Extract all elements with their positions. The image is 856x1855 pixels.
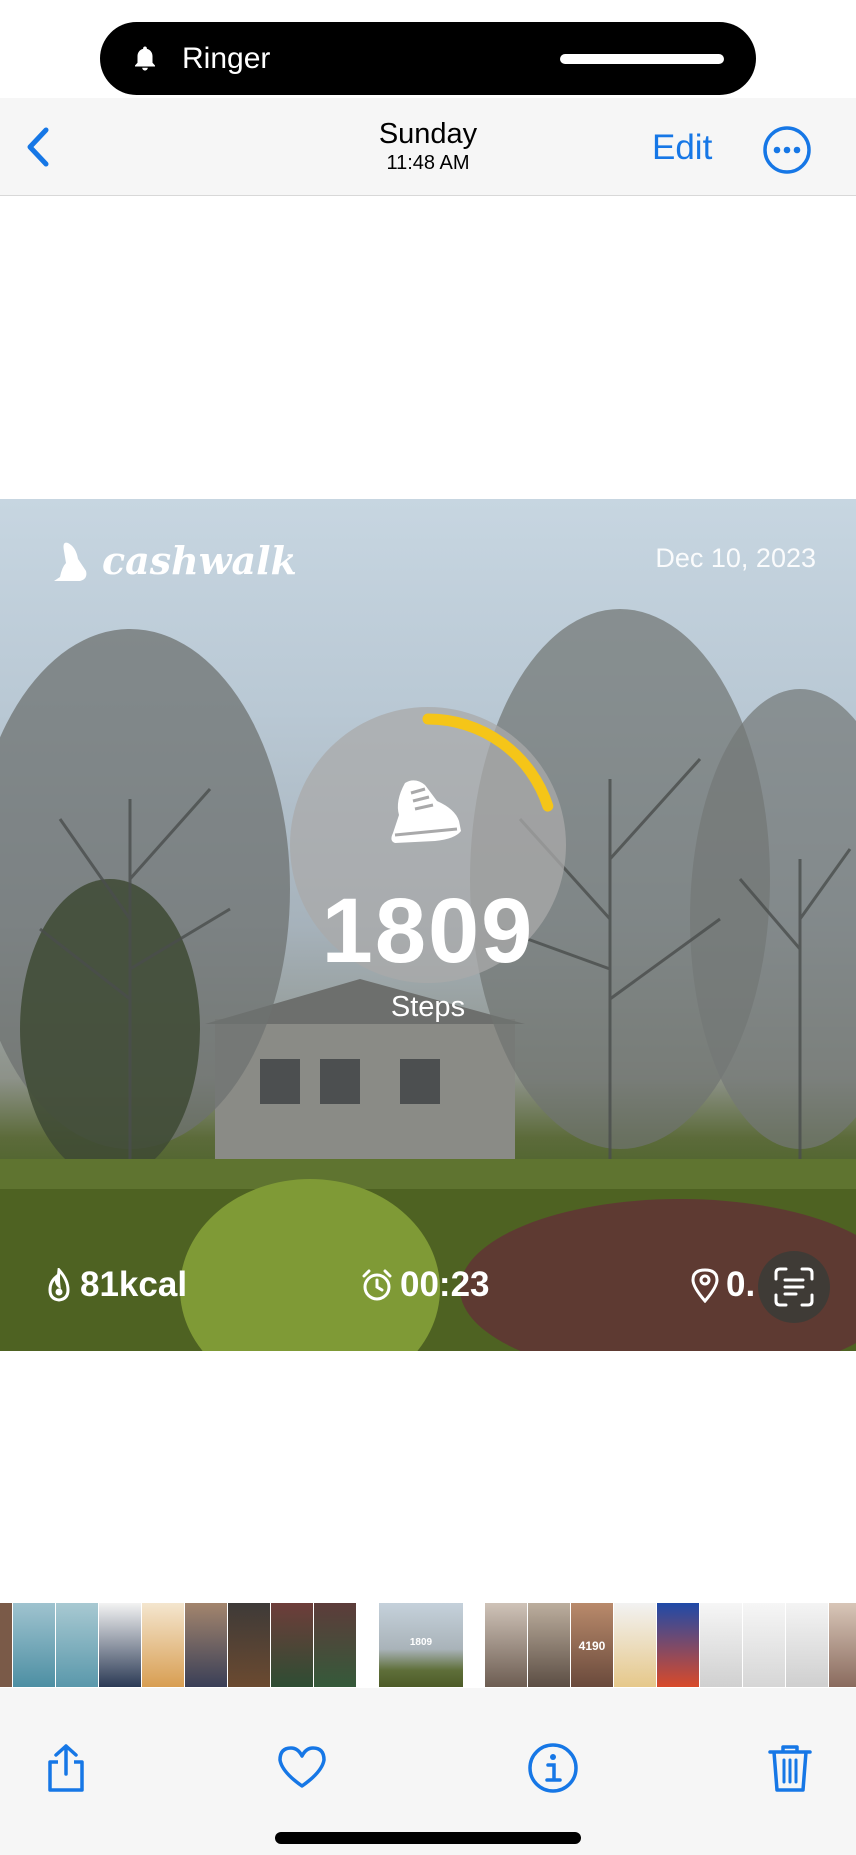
trash-icon[interactable] (762, 1740, 818, 1796)
photo-canvas[interactable]: cashwalk Dec 10, 2023 1809 Steps 81kcal (0, 197, 856, 1602)
steps-count: 1809 (321, 880, 535, 982)
thumbnail[interactable]: 4190 (571, 1603, 613, 1687)
thumbnail-current[interactable]: 1809 (379, 1603, 463, 1687)
photo-viewer-screen: Ringer Sunday 11:48 AM Edit cashwalk Dec… (0, 0, 856, 1855)
thumbnail[interactable] (99, 1603, 141, 1687)
flame-icon (48, 1268, 70, 1302)
thumbnail[interactable] (185, 1603, 227, 1687)
thumbnail[interactable] (829, 1603, 856, 1687)
thumbnail[interactable] (614, 1603, 656, 1687)
distance-stat: 0. (690, 1265, 755, 1305)
home-indicator (275, 1832, 581, 1844)
cashwalk-brand: cashwalk (50, 537, 297, 583)
cashwalk-step-photo[interactable]: cashwalk Dec 10, 2023 1809 Steps 81kcal (0, 499, 856, 1351)
duration-value: 00:23 (400, 1265, 490, 1304)
bottom-toolbar (0, 1688, 856, 1855)
sneaker-icon (391, 780, 461, 843)
day-label: Sunday (378, 118, 478, 150)
share-icon[interactable] (38, 1740, 94, 1796)
thumbnail[interactable] (228, 1603, 270, 1687)
thumbnail[interactable] (13, 1603, 55, 1687)
live-text-icon (774, 1267, 814, 1307)
distance-value: 0. (726, 1265, 756, 1304)
info-icon[interactable] (525, 1740, 581, 1796)
thumbnail[interactable] (786, 1603, 828, 1687)
photo-date-label: Dec 10, 2023 (655, 543, 816, 573)
thumbnail-steps: 4190 (578, 1639, 606, 1653)
navigation-bar: Sunday 11:48 AM Edit (0, 98, 856, 196)
location-pin-icon (691, 1268, 719, 1303)
thumbnail[interactable] (0, 1603, 12, 1687)
thumbnail[interactable] (56, 1603, 98, 1687)
ringer-label: Ringer (182, 41, 271, 75)
calories-value: 81kcal (80, 1265, 188, 1304)
current-thumbnail-steps: 1809 (409, 1637, 433, 1648)
thumbnail[interactable] (743, 1603, 785, 1687)
volume-level-bar (560, 54, 724, 64)
ellipsis-circle-icon[interactable] (762, 125, 812, 175)
heart-icon[interactable] (274, 1740, 330, 1796)
thumbnail[interactable] (142, 1603, 184, 1687)
thumbnail[interactable] (657, 1603, 699, 1687)
brand-name: cashwalk (102, 537, 297, 583)
bell-icon (135, 46, 155, 70)
thumbnail[interactable] (528, 1603, 570, 1687)
thumbnail[interactable] (485, 1603, 527, 1687)
steps-label: Steps (390, 991, 466, 1023)
calories-stat: 81kcal (44, 1265, 187, 1305)
live-text-button[interactable] (758, 1251, 830, 1323)
thumbnail[interactable] (271, 1603, 313, 1687)
photo-date-title: Sunday 11:48 AM (0, 118, 856, 176)
thumbnail[interactable] (314, 1603, 356, 1687)
alarm-clock-icon (362, 1269, 392, 1301)
ringer-notification: Ringer (100, 22, 756, 95)
time-label: 11:48 AM (386, 152, 470, 174)
duration-stat: 00:23 (360, 1265, 490, 1305)
edit-button[interactable]: Edit (652, 128, 712, 168)
thumbnail-scrubber[interactable]: 1809 4190 (0, 1602, 856, 1688)
cashwalk-logo-icon (54, 542, 87, 581)
thumbnail[interactable] (700, 1603, 742, 1687)
